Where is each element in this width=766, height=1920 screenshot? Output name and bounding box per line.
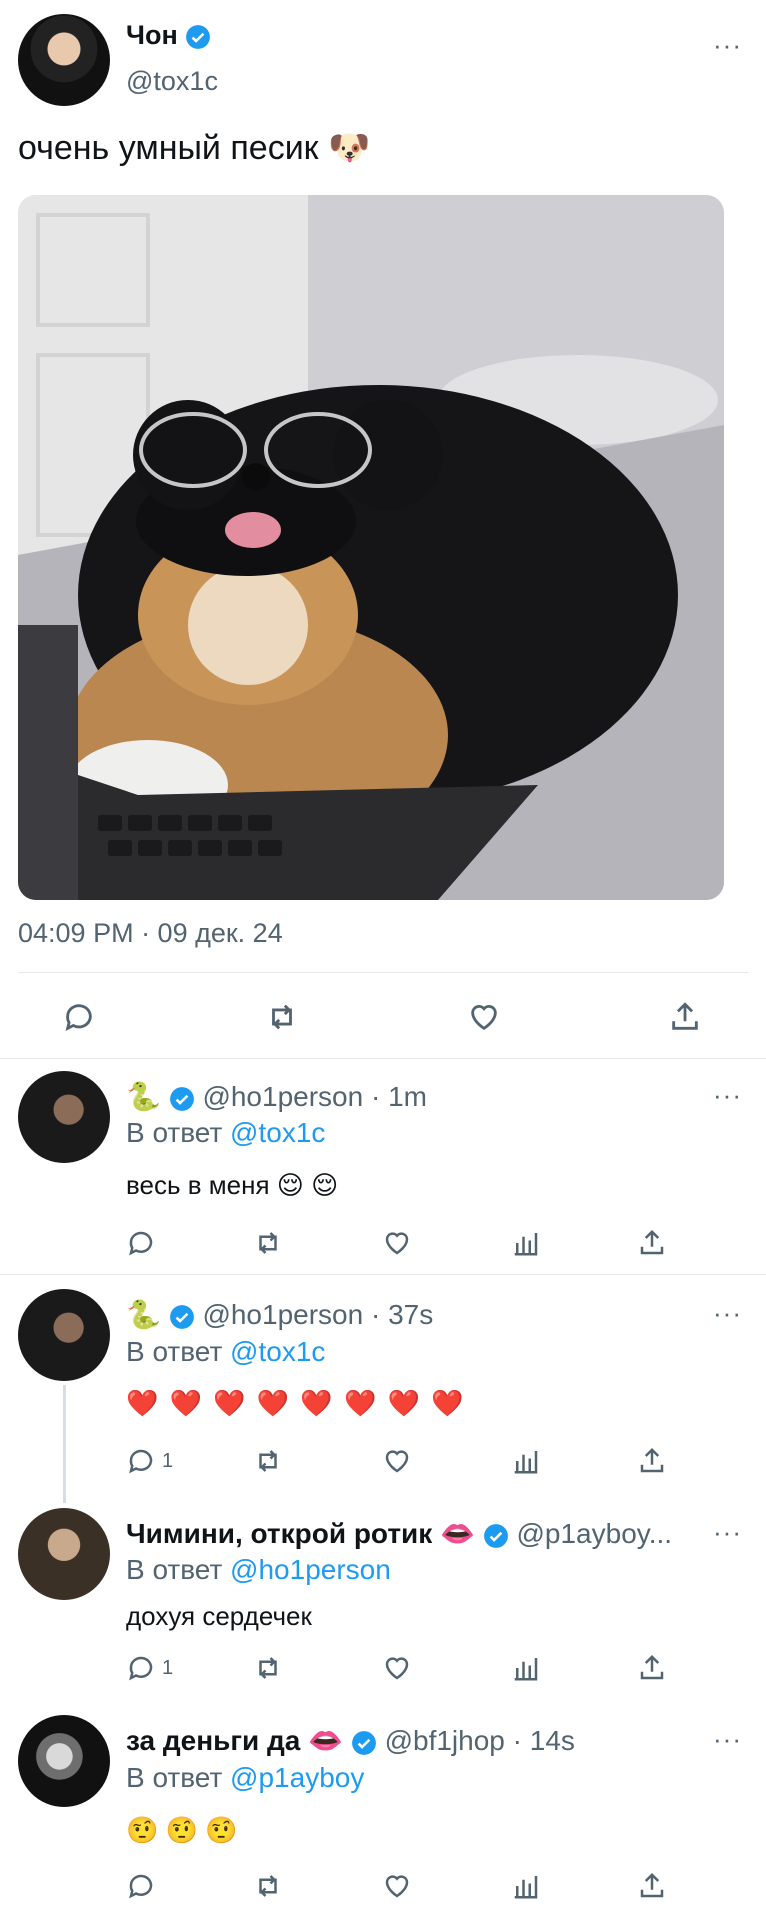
reply-count: 1 (162, 1656, 174, 1679)
retweet-icon (259, 1450, 277, 1472)
more-options-button[interactable]: ··· (713, 1300, 742, 1326)
share-button[interactable] (637, 1653, 667, 1683)
more-options-button[interactable]: ··· (713, 32, 742, 58)
verified-badge-icon (351, 1730, 376, 1755)
share-button[interactable] (637, 1871, 667, 1901)
share-icon (640, 1447, 664, 1473)
like-button[interactable] (381, 1446, 413, 1476)
more-options-button[interactable]: ··· (713, 1082, 742, 1108)
verified-badge-icon (169, 1086, 194, 1111)
share-button[interactable] (637, 1446, 667, 1476)
reply-text: ❤️ ❤️ ❤️ ❤️ ❤️ ❤️ ❤️ ❤️ (126, 1388, 466, 1418)
verified-badge-icon (483, 1523, 508, 1548)
reply-handle[interactable]: @ho1person (202, 1081, 363, 1112)
reply-time[interactable]: · 14s (513, 1725, 575, 1756)
avatar[interactable] (18, 14, 110, 106)
retweet-button[interactable] (252, 1228, 284, 1258)
like-button[interactable] (466, 1000, 502, 1034)
like-button[interactable] (381, 1871, 413, 1901)
thread-connector (63, 1385, 66, 1503)
replying-to-label: В ответ (126, 1762, 223, 1793)
retweet-icon (272, 1004, 292, 1030)
reply-button[interactable] (62, 1000, 96, 1034)
more-options-button[interactable]: ··· (713, 1726, 742, 1752)
dog-with-glasses-image (18, 195, 724, 900)
reply-button[interactable]: 1 (126, 1446, 173, 1476)
avatar[interactable] (18, 1071, 110, 1163)
replying-to-label: В ответ (126, 1336, 223, 1367)
analytics-icon (514, 1876, 538, 1899)
analytics-button[interactable] (511, 1653, 541, 1683)
heart-icon (471, 1005, 497, 1031)
avatar[interactable] (18, 1715, 110, 1807)
retweet-button[interactable] (252, 1446, 284, 1476)
reply-button[interactable] (126, 1871, 162, 1901)
replying-to-link[interactable]: @tox1c (230, 1117, 325, 1148)
reply-button[interactable]: 1 (126, 1653, 173, 1683)
heart-icon (385, 1657, 409, 1680)
reply-icon (129, 1231, 153, 1256)
retweet-icon (259, 1232, 277, 1254)
reply-text: 🤨 🤨 🤨 (126, 1815, 238, 1845)
share-button[interactable] (668, 1000, 702, 1034)
share-icon (640, 1872, 664, 1898)
replying-to-link[interactable]: @ho1person (230, 1554, 391, 1585)
retweet-button[interactable] (252, 1871, 284, 1901)
reply-display-name[interactable]: 🐍 (126, 1081, 161, 1112)
replying-to-label: В ответ (126, 1554, 223, 1585)
verified-badge-icon (169, 1304, 194, 1329)
reply-display-name[interactable]: за деньги да 👄 (126, 1725, 343, 1756)
analytics-icon (514, 1233, 538, 1256)
reply-handle[interactable]: @ho1person (202, 1299, 363, 1330)
reply-display-name[interactable]: Чимини, открой ротик 👄 (126, 1518, 475, 1549)
reply-icon (129, 1656, 153, 1681)
retweet-button[interactable] (264, 1000, 300, 1034)
reply-icon (129, 1874, 153, 1899)
tweet-timestamp[interactable]: 04:09 PM · 09 дек. 24 (18, 918, 283, 949)
analytics-icon (514, 1451, 538, 1474)
display-name[interactable]: Чон (126, 20, 178, 50)
replying-to-label: В ответ (126, 1117, 223, 1148)
reply-handle[interactable]: @bf1jhop (385, 1725, 505, 1756)
heart-icon (385, 1232, 409, 1255)
retweet-button[interactable] (252, 1653, 284, 1683)
analytics-button[interactable] (511, 1446, 541, 1476)
share-icon (640, 1229, 664, 1255)
analytics-button[interactable] (511, 1871, 541, 1901)
share-icon (672, 1002, 698, 1030)
avatar[interactable] (18, 1508, 110, 1600)
tweet-photo[interactable] (18, 195, 724, 900)
reply-button[interactable] (126, 1228, 162, 1258)
replying-to-link[interactable]: @p1ayboy (230, 1762, 364, 1793)
heart-icon (385, 1875, 409, 1898)
like-button[interactable] (381, 1228, 413, 1258)
replying-to-link[interactable]: @tox1c (230, 1336, 325, 1367)
analytics-icon (514, 1658, 538, 1681)
reply-time[interactable]: · 37s (371, 1299, 433, 1330)
heart-icon (385, 1450, 409, 1473)
reply-text: весь в меня 😌 😌 (126, 1170, 339, 1200)
share-button[interactable] (637, 1228, 667, 1258)
reply-text: дохуя сердечек (126, 1601, 312, 1631)
handle[interactable]: @tox1c (126, 66, 218, 97)
reply-handle[interactable]: @p1ayboy... (516, 1518, 672, 1549)
reply-icon (129, 1449, 153, 1474)
more-options-button[interactable]: ··· (713, 1519, 742, 1545)
analytics-button[interactable] (511, 1228, 541, 1258)
reply-time[interactable]: · 1m (371, 1081, 427, 1112)
retweet-icon (259, 1657, 277, 1679)
tweet-text: очень умный песик 🐶 (18, 129, 371, 167)
retweet-icon (259, 1875, 277, 1897)
avatar[interactable] (18, 1289, 110, 1381)
share-icon (640, 1654, 664, 1680)
reply-count: 1 (162, 1449, 174, 1472)
like-button[interactable] (381, 1653, 413, 1683)
verified-badge-icon (186, 24, 211, 49)
reply-icon (65, 1004, 92, 1031)
reply-display-name[interactable]: 🐍 (126, 1299, 161, 1330)
